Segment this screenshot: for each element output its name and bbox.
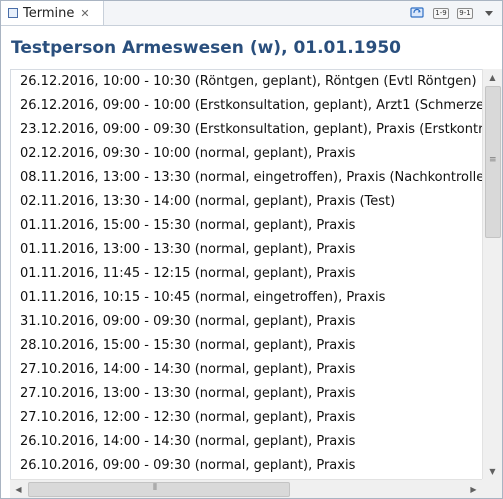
sort-ascending-button[interactable]: 1-9: [432, 5, 450, 21]
appointment-row[interactable]: 31.10.2016, 09:00 - 09:30 (normal, gepla…: [11, 310, 483, 334]
view-tabbar: Termine ✕ 1-9 9-1: [1, 1, 502, 26]
view-toolbar: 1-9 9-1: [408, 5, 498, 21]
vertical-scroll-thumb[interactable]: ≡: [485, 86, 501, 238]
appointment-row[interactable]: 26.12.2016, 10:00 - 10:30 (Röntgen, gepl…: [11, 70, 483, 94]
patient-title: Testperson Armeswesen (w), 01.01.1950: [11, 38, 401, 58]
sort-descending-label: 9-1: [457, 7, 473, 19]
tab-termine[interactable]: Termine ✕: [1, 1, 104, 25]
appointment-row[interactable]: 01.11.2016, 15:00 - 15:30 (normal, gepla…: [11, 214, 483, 238]
appointment-row[interactable]: 08.11.2016, 13:00 - 13:30 (normal, einge…: [11, 166, 483, 190]
close-icon[interactable]: ✕: [80, 8, 89, 19]
appointment-row[interactable]: 02.11.2016, 13:30 - 14:00 (normal, gepla…: [11, 190, 483, 214]
tab-label: Termine: [23, 5, 75, 21]
sort-ascending-label: 1-9: [433, 7, 449, 19]
sort-descending-button[interactable]: 9-1: [456, 5, 474, 21]
appointment-row[interactable]: 27.10.2016, 12:00 - 12:30 (normal, gepla…: [11, 406, 483, 430]
appointment-row[interactable]: 27.10.2016, 13:00 - 13:30 (normal, gepla…: [11, 382, 483, 406]
appointment-row[interactable]: 28.10.2016, 15:00 - 15:30 (normal, gepla…: [11, 334, 483, 358]
calendar-view-icon: [8, 8, 18, 18]
view-menu-icon: [485, 11, 493, 16]
vertical-scrollbar[interactable]: ▲ ≡ ▼: [482, 69, 502, 479]
appointment-row[interactable]: 01.11.2016, 10:15 - 10:45 (normal, einge…: [11, 286, 483, 310]
appointment-row[interactable]: 23.12.2016, 09:00 - 09:30 (Erstkonsultat…: [11, 118, 483, 142]
sync-button[interactable]: [408, 5, 426, 21]
scroll-left-arrow-icon[interactable]: ◀: [10, 480, 27, 498]
scroll-down-arrow-icon[interactable]: ▼: [483, 463, 502, 479]
appointment-row[interactable]: 27.10.2016, 14:00 - 14:30 (normal, gepla…: [11, 358, 483, 382]
scroll-right-arrow-icon[interactable]: ▶: [465, 480, 482, 498]
horizontal-scroll-thumb[interactable]: ⦀: [28, 482, 290, 497]
appointment-list[interactable]: 26.12.2016, 10:00 - 10:30 (Röntgen, gepl…: [10, 69, 483, 480]
appointment-row[interactable]: 26.10.2016, 09:00 - 09:30 (normal, gepla…: [11, 454, 483, 478]
scrollbar-corner: [482, 479, 502, 498]
grip-icon: ≡: [489, 155, 497, 165]
view-menu-button[interactable]: [480, 5, 498, 21]
appointment-row[interactable]: 02.12.2016, 09:30 - 10:00 (normal, gepla…: [11, 142, 483, 166]
appointment-row[interactable]: 26.10.2016, 14:00 - 14:30 (normal, gepla…: [11, 430, 483, 454]
appointment-row[interactable]: 01.11.2016, 13:00 - 13:30 (normal, gepla…: [11, 238, 483, 262]
appointment-row[interactable]: 26.12.2016, 09:00 - 10:00 (Erstkonsultat…: [11, 94, 483, 118]
horizontal-scrollbar[interactable]: ◀ ⦀ ▶: [10, 479, 482, 498]
sync-icon: [410, 7, 424, 18]
scroll-up-arrow-icon[interactable]: ▲: [483, 69, 502, 85]
termine-view: Termine ✕ 1-9 9-1 Testperson Armeswesen …: [0, 0, 503, 499]
appointment-row[interactable]: 01.11.2016, 11:45 - 12:15 (normal, gepla…: [11, 262, 483, 286]
grip-icon: ⦀: [153, 483, 157, 493]
